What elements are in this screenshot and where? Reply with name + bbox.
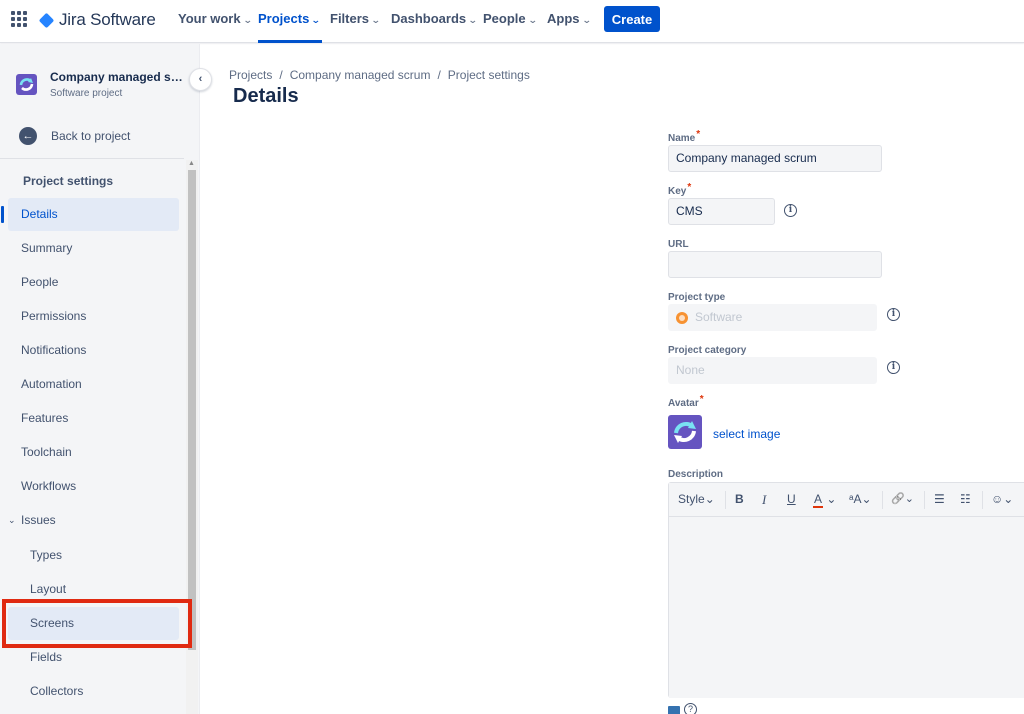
- project-name[interactable]: Company managed scr...: [50, 70, 185, 84]
- link-button[interactable]: 🔗⌄: [891, 492, 914, 505]
- help-icon[interactable]: ?: [684, 702, 697, 714]
- chevron-down-icon: ⌄: [826, 492, 837, 506]
- highlight-annotation-box: [2, 599, 192, 648]
- toolbar-divider: [725, 491, 726, 509]
- sidebar-item-issues[interactable]: ⌄ Issues: [8, 504, 179, 537]
- chevron-down-icon: ⌄: [370, 15, 381, 25]
- arrow-left-icon: ←: [19, 127, 37, 145]
- key-field[interactable]: CMS: [668, 198, 775, 225]
- sidebar-item-features[interactable]: Features: [8, 402, 179, 435]
- app-switcher-icon[interactable]: [11, 11, 27, 27]
- chevron-down-icon: ⌄: [704, 492, 715, 506]
- top-navigation: Jira Software Your work ⌄ Projects ⌄ Filte…: [0, 0, 1024, 43]
- project-type-field: Software: [668, 304, 877, 331]
- sidebar-item-people[interactable]: People: [8, 266, 179, 299]
- project-avatar: [16, 74, 37, 95]
- description-editor: Style⌄ B I U A ⌄ ᵃA⌄ 🔗⌄ ☰ ☷ ☺⌄: [668, 482, 1024, 698]
- nav-projects[interactable]: Projects ⌄: [258, 0, 322, 43]
- emoji-icon: ☺: [991, 492, 1004, 506]
- breadcrumb-project[interactable]: Company managed scrum: [290, 68, 431, 82]
- chevron-down-icon: ⌄: [1003, 492, 1014, 506]
- description-label: Description: [668, 469, 724, 480]
- text-color-button[interactable]: A ⌄: [813, 492, 837, 508]
- breadcrumb: Projects / Company managed scrum / Project s…: [229, 68, 530, 82]
- underline-button[interactable]: U: [787, 492, 796, 506]
- logo-text: Jira Software: [59, 10, 156, 29]
- chevron-down-icon: ⌄: [527, 15, 538, 25]
- project-category-label: Project category: [668, 345, 747, 356]
- breadcrumb-project-settings[interactable]: Project settings: [448, 68, 530, 82]
- editor-mode-icon[interactable]: [668, 706, 680, 714]
- chevron-down-icon: ⌄: [904, 493, 914, 505]
- bullet-list-button[interactable]: ☰: [934, 492, 945, 506]
- toolbar-divider: [924, 491, 925, 509]
- avatar-label: Avatar*: [668, 394, 704, 409]
- scroll-up-arrow-icon[interactable]: ▲: [188, 160, 195, 167]
- chevron-down-icon: ⌄: [8, 515, 16, 525]
- more-formatting-button[interactable]: ᵃA⌄: [849, 492, 872, 506]
- sidebar-scroll-thumb[interactable]: [188, 170, 196, 650]
- create-button[interactable]: Create: [604, 6, 660, 32]
- back-to-project-label: Back to project: [51, 129, 131, 143]
- editor-toolbar: Style⌄ B I U A ⌄ ᵃA⌄ 🔗⌄ ☰ ☷ ☺⌄: [669, 483, 1024, 517]
- sidebar-heading: Project settings: [23, 174, 114, 188]
- jira-logo[interactable]: Jira Software: [38, 10, 156, 30]
- nav-dashboards[interactable]: Dashboards ⌄: [391, 0, 478, 43]
- info-icon[interactable]: i: [887, 361, 900, 374]
- info-icon[interactable]: i: [887, 308, 900, 321]
- project-category-select[interactable]: None: [668, 357, 877, 384]
- toolbar-divider: [982, 491, 983, 509]
- sidebar-item-types[interactable]: Types: [8, 539, 179, 572]
- info-icon[interactable]: i: [784, 204, 797, 217]
- software-type-icon: [676, 311, 688, 324]
- back-to-project-link[interactable]: ← Back to project: [19, 127, 130, 145]
- breadcrumb-projects[interactable]: Projects: [229, 68, 272, 82]
- style-dropdown[interactable]: Style⌄: [678, 492, 715, 506]
- chevron-down-icon: ⌄: [311, 15, 321, 25]
- select-image-link[interactable]: select image: [713, 427, 780, 441]
- sidebar-item-summary[interactable]: Summary: [8, 232, 179, 265]
- url-field[interactable]: [668, 251, 882, 278]
- italic-button[interactable]: I: [762, 492, 766, 508]
- toolbar-divider: [882, 491, 883, 509]
- nav-people[interactable]: People ⌄: [483, 0, 538, 43]
- nav-your-work[interactable]: Your work ⌄: [178, 0, 253, 43]
- name-field[interactable]: Company managed scrum: [668, 145, 882, 172]
- project-type-label: Project type: [668, 292, 726, 303]
- chevron-left-icon: ‹: [198, 73, 203, 85]
- sidebar-item-notifications[interactable]: Notifications: [8, 334, 179, 367]
- description-text-area[interactable]: [669, 518, 1024, 698]
- project-avatar-image[interactable]: [668, 415, 702, 449]
- chevron-down-icon: ⌄: [861, 492, 872, 506]
- sidebar-divider: [0, 158, 184, 159]
- nav-filters[interactable]: Filters ⌄: [330, 0, 381, 43]
- sidebar-item-workflows[interactable]: Workflows: [8, 470, 179, 503]
- nav-apps[interactable]: Apps ⌄: [547, 0, 592, 43]
- sidebar-item-collectors[interactable]: Collectors: [8, 675, 179, 708]
- key-label: Key*: [668, 182, 692, 197]
- url-label: URL: [668, 239, 689, 250]
- project-type: Software project: [50, 88, 123, 99]
- sidebar-item-automation[interactable]: Automation: [8, 368, 179, 401]
- collapse-sidebar-button[interactable]: ‹: [189, 68, 212, 91]
- sidebar-item-details[interactable]: Details: [1, 198, 179, 231]
- name-label: Name*: [668, 129, 701, 144]
- chevron-down-icon: ⌄: [242, 15, 253, 25]
- page-title: Details: [233, 85, 299, 107]
- editor-help-row: ?: [668, 702, 697, 714]
- bold-button[interactable]: B: [735, 492, 744, 506]
- sidebar-item-permissions[interactable]: Permissions: [8, 300, 179, 333]
- emoji-button[interactable]: ☺⌄: [991, 492, 1013, 506]
- chevron-down-icon: ⌄: [468, 15, 478, 25]
- numbered-list-button[interactable]: ☷: [960, 492, 971, 506]
- jira-diamond-icon: [38, 12, 55, 28]
- sidebar-item-toolchain[interactable]: Toolchain: [8, 436, 179, 469]
- chevron-down-icon: ⌄: [581, 15, 592, 25]
- link-icon: 🔗: [891, 493, 905, 505]
